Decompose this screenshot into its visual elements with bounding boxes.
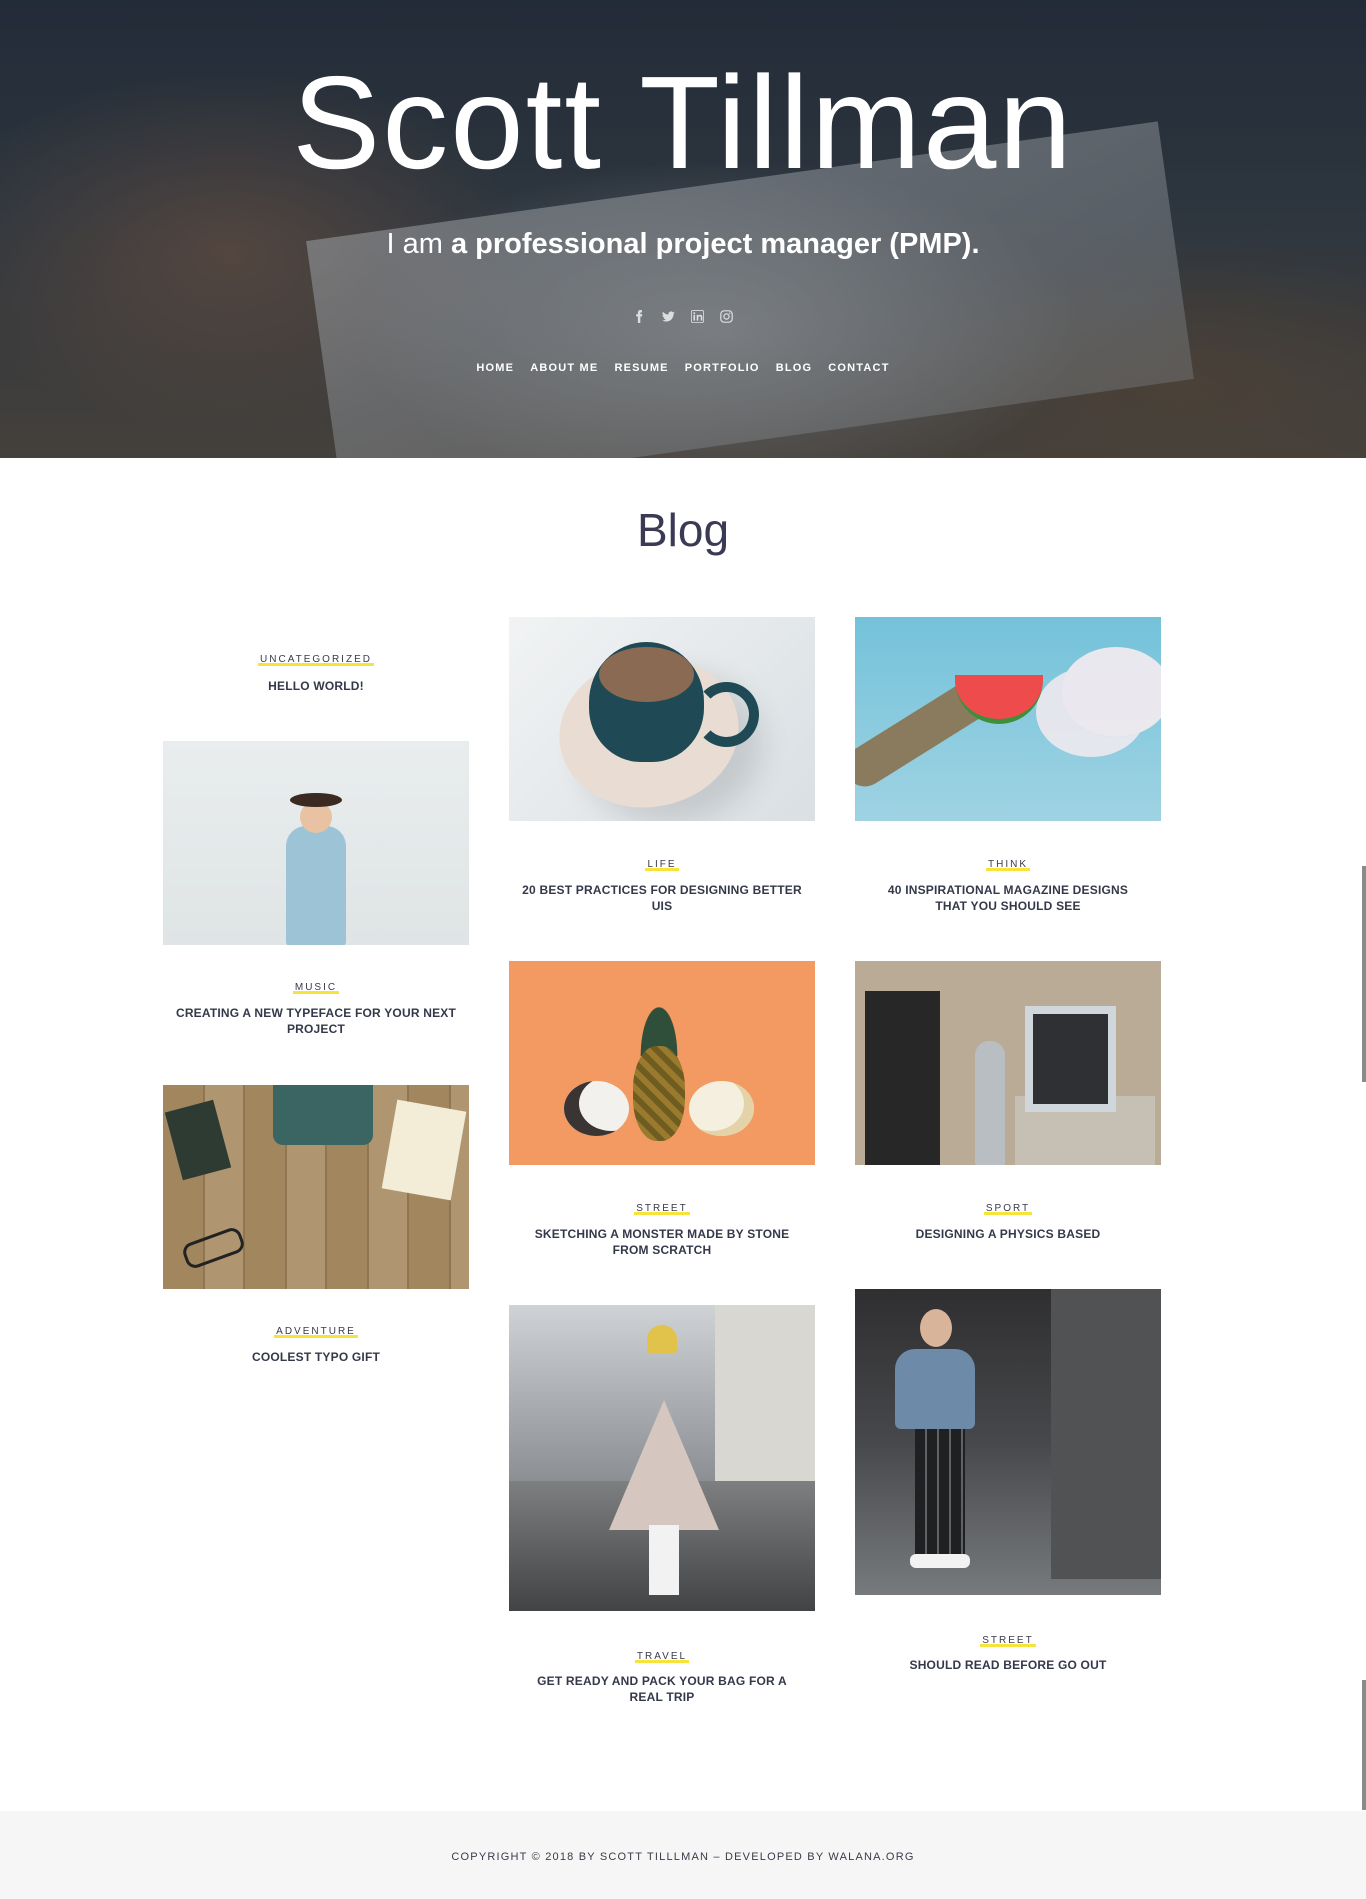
nav-resume[interactable]: RESUME — [614, 362, 668, 374]
linkedin-icon[interactable] — [690, 310, 705, 325]
post-title[interactable]: CREATING A NEW TYPEFACE FOR YOUR NEXT PR… — [163, 1005, 469, 1037]
post-category[interactable]: UNCATEGORIZED — [163, 654, 469, 666]
post-title[interactable]: DESIGNING A PHYSICS BASED — [855, 1226, 1161, 1242]
hero-banner: Scott Tillman I am a professional projec… — [0, 0, 1366, 458]
post-title[interactable]: SHOULD READ BEFORE GO OUT — [855, 1657, 1161, 1673]
nav-about-me[interactable]: ABOUT ME — [530, 362, 598, 374]
tagline-prefix: I am — [386, 228, 443, 260]
twitter-icon[interactable] — [661, 310, 676, 325]
scrollbar-track-mark — [1362, 1680, 1366, 1810]
site-title: Scott Tillman — [292, 49, 1074, 196]
post-thumbnail[interactable] — [163, 1085, 469, 1289]
facebook-icon[interactable] — [632, 310, 647, 325]
hero-tagline: I am a professional project manager (PMP… — [0, 226, 1366, 262]
nav-blog[interactable]: BLOG — [776, 362, 813, 374]
scrollbar-thumb[interactable] — [1362, 866, 1366, 1082]
post-category[interactable]: TRAVEL — [509, 1651, 815, 1663]
post-title[interactable]: 20 BEST PRACTICES FOR DESIGNING BETTER U… — [519, 882, 805, 914]
post-category[interactable]: SPORT — [855, 1203, 1161, 1215]
post-title[interactable]: 40 INSPIRATIONAL MAGAZINE DESIGNS THAT Y… — [885, 882, 1131, 914]
post-title[interactable]: GET READY AND PACK YOUR BAG FOR A REAL T… — [529, 1673, 795, 1705]
nav-home[interactable]: HOME — [476, 362, 514, 374]
nav-contact[interactable]: CONTACT — [828, 362, 889, 374]
post-category[interactable]: MUSIC — [163, 982, 469, 994]
post-thumbnail[interactable] — [509, 961, 815, 1165]
post-category[interactable]: STREET — [855, 1635, 1161, 1647]
post-title[interactable]: SKETCHING A MONSTER MADE BY STONE FROM S… — [529, 1226, 795, 1258]
social-links — [0, 310, 1366, 325]
post-thumbnail[interactable] — [163, 741, 469, 945]
page-title: Blog — [636, 504, 730, 556]
nav-portfolio[interactable]: PORTFOLIO — [685, 362, 760, 374]
footer: COPYRIGHT © 2018 BY SCOTT TILLLMAN – DEV… — [0, 1811, 1366, 1899]
post-thumbnail[interactable] — [509, 1305, 815, 1611]
post-thumbnail[interactable] — [509, 617, 815, 821]
post-thumbnail[interactable] — [855, 1289, 1161, 1595]
post-category[interactable]: STREET — [509, 1203, 815, 1215]
post-category[interactable]: ADVENTURE — [163, 1326, 469, 1338]
instagram-icon[interactable] — [719, 310, 734, 325]
post-thumbnail[interactable] — [855, 961, 1161, 1165]
main-navigation: HOME ABOUT ME RESUME PORTFOLIO BLOG CONT… — [0, 362, 1366, 374]
post-category[interactable]: THINK — [855, 859, 1161, 871]
post-title[interactable]: COOLEST TYPO GIFT — [163, 1349, 469, 1365]
post-category[interactable]: LIFE — [509, 859, 815, 871]
post-thumbnail[interactable] — [855, 617, 1161, 821]
copyright-text: COPYRIGHT © 2018 BY SCOTT TILLLMAN – DEV… — [451, 1851, 915, 1863]
tagline-bold: a professional project manager (PMP). — [450, 228, 980, 260]
post-title[interactable]: HELLO WORLD! — [163, 678, 469, 694]
